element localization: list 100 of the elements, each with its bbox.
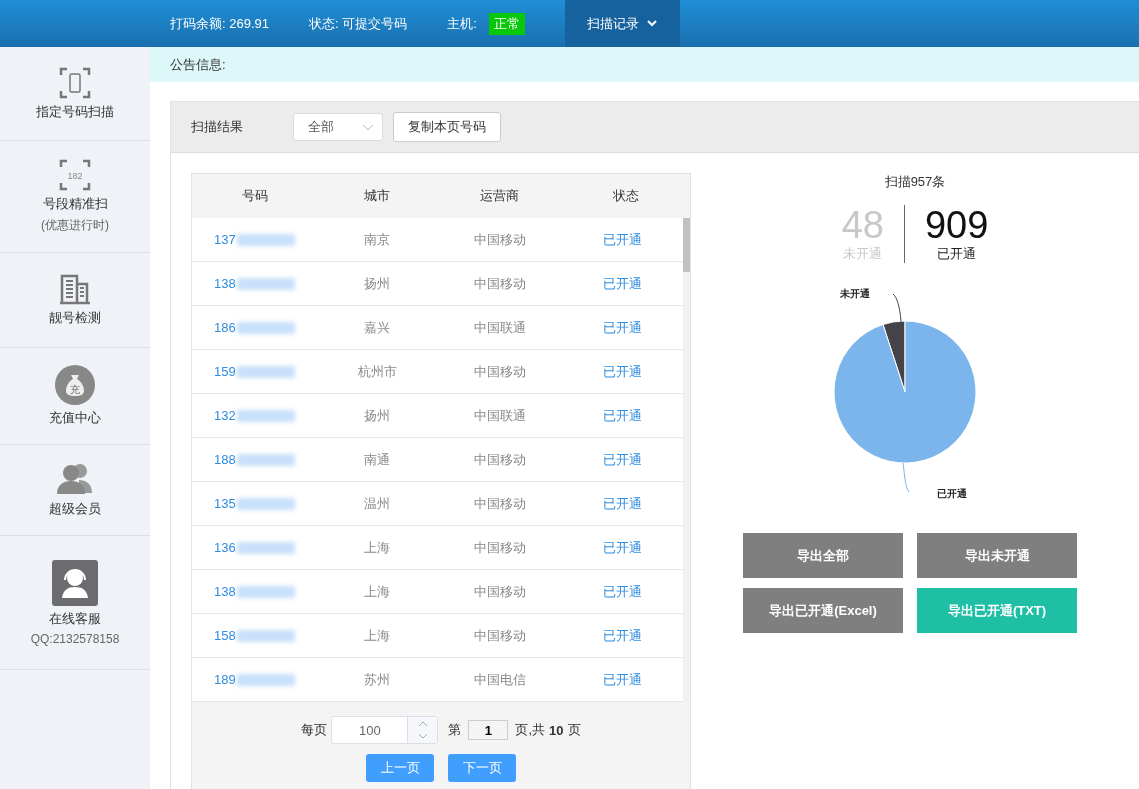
- table-cell-text: 上海: [363, 538, 391, 557]
- phone-scan-icon: [59, 66, 91, 99]
- column-header: 状态: [612, 187, 640, 205]
- phone-number-link[interactable]: 188: [192, 452, 317, 467]
- status-cell-text: 已开通: [602, 626, 643, 645]
- phone-number-link[interactable]: 138: [192, 584, 317, 599]
- phone-number-link[interactable]: 136: [192, 540, 317, 555]
- export-button[interactable]: 导出已开通(TXT): [917, 588, 1077, 633]
- table-cell-text: 中国移动: [472, 362, 527, 381]
- per-page-spinner[interactable]: 100: [331, 716, 439, 744]
- scan-history-menu[interactable]: 扫描记录: [564, 0, 680, 47]
- export-button[interactable]: 导出未开通: [917, 533, 1077, 578]
- status-cell-text: 已开通: [602, 494, 643, 513]
- phone-number-link[interactable]: 186: [192, 320, 317, 335]
- sidebar-item[interactable]: 靓号检测: [0, 253, 150, 348]
- table-cell-text: 中国移动: [472, 582, 527, 601]
- table-cell-text: 中国移动: [472, 626, 527, 645]
- status-cell-text: 已开通: [602, 582, 643, 601]
- phone-number-link[interactable]: 137: [192, 232, 317, 247]
- status-cell-text: 已开通: [602, 450, 643, 469]
- phone-number-link[interactable]: 135: [192, 496, 317, 511]
- table-cell-text: 上海: [363, 582, 391, 601]
- notice-label: 公告信息:: [170, 55, 226, 74]
- sidebar-label: 充值中心: [49, 409, 101, 427]
- slice-label: 已开通: [937, 488, 967, 499]
- export-button[interactable]: 导出全部: [743, 533, 903, 578]
- table-cell-text: 上海: [363, 626, 391, 645]
- status-cell-text: 已开通: [602, 670, 643, 689]
- copy-button[interactable]: 复制本页号码: [393, 112, 501, 142]
- chevron-down-icon: [362, 123, 374, 131]
- pages-unit: 页: [567, 721, 581, 739]
- table-cell-text: 中国电信: [472, 670, 527, 689]
- table-cell-text: 扬州: [363, 274, 391, 293]
- sidebar-sublabel: QQ:2132578158: [30, 631, 120, 646]
- table-cell-text: 中国移动: [472, 494, 527, 513]
- status-cell-text: 已开通: [602, 274, 643, 293]
- sidebar-item[interactable]: 指定号码扫描: [0, 47, 150, 141]
- table-cell-text: 中国移动: [472, 538, 527, 557]
- phone-number-link[interactable]: 132: [192, 408, 317, 423]
- status-cell-text: 已开通: [602, 318, 643, 337]
- sidebar-item[interactable]: 超级会员: [0, 445, 150, 536]
- scrollbar[interactable]: [683, 218, 690, 702]
- column-header: 城市: [363, 187, 391, 205]
- sidebar-label: 指定号码扫描: [36, 102, 114, 121]
- scan-count-title: 扫描957条: [884, 173, 946, 191]
- sidebar-label: 超级会员: [49, 500, 101, 518]
- page-field[interactable]: 1: [468, 720, 509, 740]
- headset-icon: [52, 559, 98, 606]
- total-pages: 10: [549, 722, 564, 738]
- status-cell-text: 已开通: [602, 406, 643, 425]
- table-cell-text: 苏州: [363, 670, 391, 689]
- table-cell-text: 杭州市: [356, 362, 398, 381]
- sidebar-label: 靓号检测: [49, 309, 101, 327]
- page-suffix: 页,共: [515, 721, 546, 739]
- next-page-button[interactable]: 下一页: [448, 754, 516, 782]
- table-cell-text: 温州: [363, 494, 391, 513]
- page-prefix: 第: [448, 721, 462, 739]
- sidebar-label: 在线客服: [49, 609, 101, 628]
- export-button[interactable]: 导出已开通(Excel): [743, 588, 903, 633]
- phone-number-link[interactable]: 159: [192, 364, 317, 379]
- prev-page-button[interactable]: 上一页: [366, 754, 434, 782]
- status-cell-text: 已开通: [602, 362, 643, 381]
- table-cell-text: 中国移动: [472, 274, 527, 293]
- sidebar-sublabel: (优惠进行时): [41, 217, 109, 234]
- balance-text: 打码余额: 269.91: [170, 14, 269, 33]
- column-header: 号码: [240, 187, 269, 205]
- status-cell-text: 已开通: [602, 230, 643, 249]
- results-title: 扫描结果: [191, 118, 243, 136]
- table-cell-text: 嘉兴: [363, 318, 391, 337]
- table-cell-text: 中国联通: [472, 318, 527, 337]
- leader-line: [902, 462, 910, 493]
- table-cell-text: 扬州: [363, 406, 391, 425]
- phone-number-link[interactable]: 189: [192, 672, 317, 687]
- host-status-badge: 正常: [488, 12, 525, 35]
- users-icon: [57, 462, 93, 496]
- table-cell-text: 南京: [363, 230, 391, 249]
- building-icon: [59, 273, 91, 305]
- per-page-input[interactable]: 100: [332, 717, 408, 743]
- per-page-label: 每页: [301, 721, 328, 739]
- slice-label: 未开通: [840, 288, 870, 299]
- sidebar-label: 号段精准扫: [42, 195, 108, 213]
- active-label: 已开通: [937, 245, 977, 263]
- host-label: 主机:: [447, 14, 477, 33]
- leader-line: [892, 293, 902, 323]
- status-text: 状态: 可提交号码: [309, 14, 408, 33]
- active-count: 909: [924, 205, 989, 245]
- phone-number-link[interactable]: 158: [192, 628, 317, 643]
- filter-dropdown[interactable]: 全部: [293, 113, 383, 141]
- chevron-down-icon: [647, 20, 658, 27]
- phone-number-link[interactable]: 138: [192, 276, 317, 291]
- status-cell-text: 已开通: [602, 538, 643, 557]
- table-cell-text: 中国移动: [472, 450, 527, 469]
- table-cell-text: 中国移动: [472, 230, 527, 249]
- table-cell-text: 南通: [363, 450, 391, 469]
- sidebar-item[interactable]: 在线客服 QQ:2132578158: [0, 536, 150, 670]
- sidebar-item[interactable]: 182 号段精准扫 (优惠进行时): [0, 141, 150, 253]
- sidebar-item[interactable]: 充 充值中心: [0, 348, 150, 445]
- column-header: 运营商: [479, 187, 520, 205]
- table-cell-text: 中国联通: [472, 406, 527, 425]
- money-bag-icon: 充: [55, 365, 95, 405]
